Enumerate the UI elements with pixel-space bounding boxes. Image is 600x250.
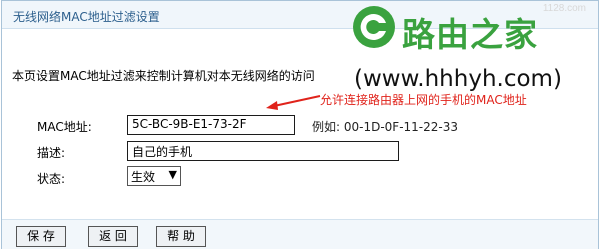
description-label: 描述: <box>37 146 66 160</box>
brand-logo-icon <box>353 6 395 48</box>
description-input[interactable]: 自己的手机 <box>127 141 399 161</box>
button-bar: 保 存 返 回 帮 助 <box>2 219 598 249</box>
back-button[interactable]: 返 回 <box>88 226 138 247</box>
mac-example: 例如: 00-1D-0F-11-22-33 <box>312 120 458 134</box>
chevron-down-icon: ▼ <box>168 168 177 181</box>
status-select[interactable]: 生效 ▼ <box>127 166 181 186</box>
page-description: 本页设置MAC地址过滤来控制计算机对本无线网络的访问 <box>12 69 315 83</box>
annotation-text: 允许连接路由器上网的手机的MAC地址 <box>320 93 527 107</box>
brand-name: 路由之家 <box>402 15 538 54</box>
mac-address-input[interactable]: 5C-BC-9B-E1-73-2F <box>127 115 295 135</box>
brand-watermark: 路由之家 <box>352 5 598 54</box>
settings-panel: 无线网络MAC地址过滤设置 1128.com 路由之家 本页设置MAC地址过滤来… <box>1 0 599 249</box>
watermark-domain: (www.hhhyh.com) <box>352 66 564 92</box>
status-label: 状态: <box>37 172 66 186</box>
status-select-value: 生效 <box>131 170 156 184</box>
mac-label: MAC地址: <box>37 120 92 134</box>
save-button[interactable]: 保 存 <box>16 226 66 247</box>
help-button[interactable]: 帮 助 <box>156 226 206 247</box>
annotation-arrow-icon <box>266 95 321 110</box>
page-title: 无线网络MAC地址过滤设置 <box>13 10 160 24</box>
